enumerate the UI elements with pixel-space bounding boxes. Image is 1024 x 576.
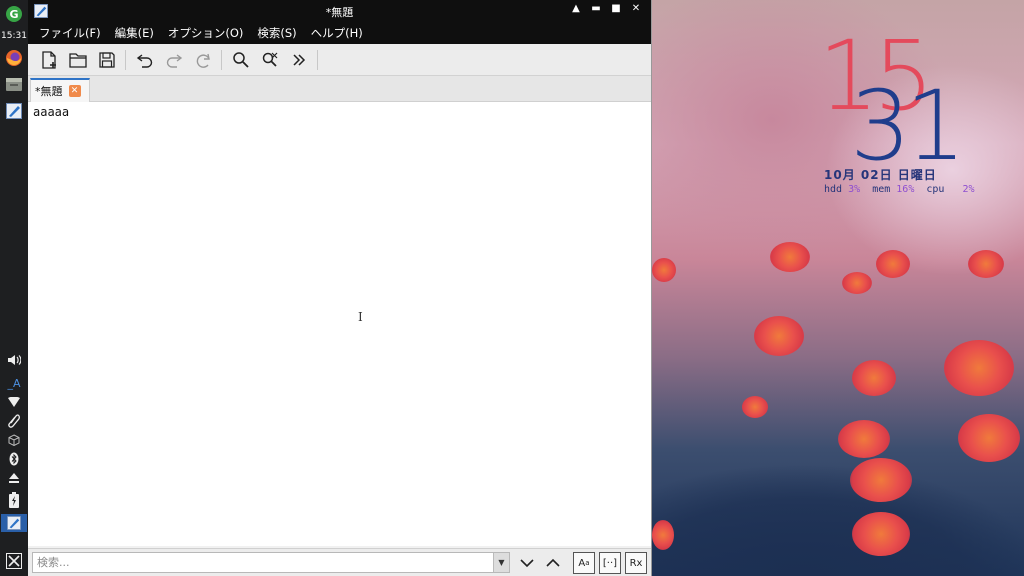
mem-label: mem xyxy=(872,184,891,195)
desktop: 15 31 10月 02日 日曜日 hdd 3% mem 16% cpu 2% … xyxy=(0,0,1024,576)
menu-bar: ファイル(F) 編集(E) オプション(O) 検索(S) ヘルプ(H) xyxy=(28,22,651,44)
text-cursor-icon: I xyxy=(358,310,363,324)
minimize-button[interactable]: ▬ xyxy=(589,3,603,14)
hdd-value: 3% xyxy=(848,184,861,195)
volume-icon[interactable] xyxy=(5,352,23,368)
wifi-icon[interactable] xyxy=(5,394,23,410)
more-icon[interactable] xyxy=(284,46,313,74)
match-case-icon[interactable]: Aa xyxy=(573,552,595,574)
bluetooth-icon[interactable] xyxy=(5,451,23,467)
desktop-clock-minute: 31 xyxy=(850,70,966,182)
window-title: *無題 xyxy=(325,6,354,19)
refresh-circle-icon[interactable]: G xyxy=(4,4,24,24)
menu-options[interactable]: オプション(O) xyxy=(168,25,244,41)
battery-icon[interactable] xyxy=(5,492,23,508)
cpu-label: cpu xyxy=(926,184,945,195)
menu-edit[interactable]: 編集(E) xyxy=(115,25,154,41)
title-bar[interactable]: *無題 ▲ ▬ ■ ✕ xyxy=(28,0,651,22)
tab-label: *無題 xyxy=(35,85,63,98)
clip-icon[interactable] xyxy=(5,413,23,429)
text-editor-icon[interactable] xyxy=(4,101,24,121)
whole-word-icon[interactable]: [··] xyxy=(599,552,621,574)
redo-icon[interactable] xyxy=(159,46,188,74)
find-next-icon[interactable] xyxy=(516,552,538,574)
open-folder-icon[interactable] xyxy=(63,46,92,74)
menu-help[interactable]: ヘルプ(H) xyxy=(311,25,363,41)
dock-clock: 15:31 xyxy=(1,31,27,41)
cpu-value: 2% xyxy=(962,184,975,195)
toolbar xyxy=(28,44,651,76)
left-dock: G 15:31 _A xyxy=(0,0,28,576)
save-icon[interactable] xyxy=(92,46,121,74)
svg-text:G: G xyxy=(9,8,18,21)
find-previous-icon[interactable] xyxy=(542,552,564,574)
input-method-icon[interactable]: _A xyxy=(5,375,23,391)
maximize-button[interactable]: ■ xyxy=(609,3,623,14)
editor-task-icon[interactable] xyxy=(1,514,27,532)
eject-icon[interactable] xyxy=(5,470,23,486)
search-history-dropdown[interactable]: ▼ xyxy=(493,553,509,572)
keep-above-icon[interactable]: ▲ xyxy=(569,3,583,14)
tab-untitled[interactable]: *無題 ✕ xyxy=(30,78,90,102)
undo-icon[interactable] xyxy=(130,46,159,74)
redo-all-icon[interactable] xyxy=(188,46,217,74)
tab-close-icon[interactable]: ✕ xyxy=(68,85,81,97)
mem-value: 16% xyxy=(896,184,915,195)
wallpaper: 15 31 10月 02日 日曜日 hdd 3% mem 16% cpu 2% xyxy=(652,0,1024,576)
menu-x-icon[interactable] xyxy=(5,552,23,570)
replace-icon[interactable] xyxy=(255,46,284,74)
desktop-clock-date: 10月 02日 日曜日 xyxy=(824,168,937,182)
file-manager-icon[interactable] xyxy=(4,74,24,94)
regex-icon[interactable]: Rx xyxy=(625,552,647,574)
firefox-icon[interactable] xyxy=(4,48,24,68)
search-input[interactable] xyxy=(32,552,510,573)
package-icon[interactable] xyxy=(5,432,23,448)
hdd-label: hdd xyxy=(824,184,843,195)
new-file-icon[interactable] xyxy=(34,46,63,74)
find-bar: ▼ Aa [··] Rx xyxy=(28,548,651,576)
editor-text[interactable]: aaaaa xyxy=(33,105,69,119)
tab-bar: *無題 ✕ xyxy=(28,76,651,102)
menu-file[interactable]: ファイル(F) xyxy=(39,25,101,41)
editor-area[interactable]: aaaaa I xyxy=(28,102,651,546)
system-stats: hdd 3% mem 16% cpu 2% xyxy=(824,184,975,195)
menu-search[interactable]: 検索(S) xyxy=(257,25,296,41)
text-editor-window: *無題 ▲ ▬ ■ ✕ ファイル(F) 編集(E) オプション(O) 検索(S)… xyxy=(28,0,652,576)
search-icon[interactable] xyxy=(226,46,255,74)
close-button[interactable]: ✕ xyxy=(629,3,643,14)
